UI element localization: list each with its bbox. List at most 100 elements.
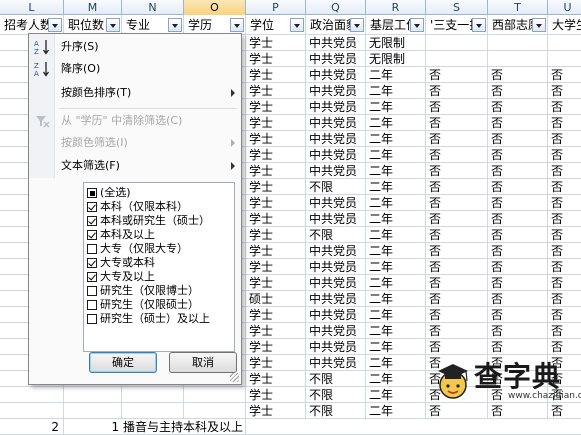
- table-cell[interactable]: 否: [488, 147, 548, 163]
- resize-grip[interactable]: [230, 373, 239, 382]
- table-cell[interactable]: 否: [488, 291, 548, 307]
- table-cell[interactable]: 否: [548, 83, 581, 99]
- table-cell[interactable]: [488, 51, 548, 67]
- table-cell[interactable]: 否: [426, 323, 488, 339]
- table-cell[interactable]: 中共党员: [306, 339, 366, 355]
- table-cell[interactable]: 否: [548, 147, 581, 163]
- table-cell[interactable]: 否: [426, 227, 488, 243]
- table-cell[interactable]: [184, 387, 246, 403]
- table-cell[interactable]: 学士: [246, 51, 306, 67]
- table-cell[interactable]: 二年: [366, 403, 426, 419]
- table-cell[interactable]: 学士: [246, 195, 306, 211]
- table-cell[interactable]: 不限: [306, 403, 366, 419]
- table-cell[interactable]: 学士: [246, 259, 306, 275]
- table-cell[interactable]: [122, 403, 184, 419]
- table-cell[interactable]: 二年: [366, 227, 426, 243]
- table-cell[interactable]: 中共党员: [306, 323, 366, 339]
- filter-option[interactable]: 大专（仅限大专）: [84, 242, 234, 256]
- table-cell[interactable]: 否: [548, 275, 581, 291]
- filter-dropdown-icon[interactable]: [410, 18, 424, 32]
- table-cell[interactable]: 中共党员: [306, 147, 366, 163]
- table-cell[interactable]: [122, 387, 184, 403]
- filter-by-color-item[interactable]: 按颜色筛选(I): [29, 132, 241, 154]
- column-letter[interactable]: P: [246, 0, 306, 15]
- table-cell[interactable]: 否: [488, 83, 548, 99]
- table-cell[interactable]: 否: [548, 211, 581, 227]
- table-cell[interactable]: 否: [488, 211, 548, 227]
- table-cell[interactable]: 否: [548, 323, 581, 339]
- table-cell[interactable]: 否: [548, 131, 581, 147]
- table-cell[interactable]: 学士: [246, 147, 306, 163]
- table-cell[interactable]: 否: [426, 83, 488, 99]
- table-cell[interactable]: 无限制: [366, 35, 426, 51]
- table-cell[interactable]: 不限: [306, 387, 366, 403]
- table-cell[interactable]: [64, 403, 122, 419]
- column-letter[interactable]: N: [122, 0, 184, 15]
- table-cell[interactable]: 学士: [246, 211, 306, 227]
- table-cell[interactable]: 否: [488, 115, 548, 131]
- filter-option[interactable]: 研究生（硕士）及以上: [84, 312, 234, 326]
- table-cell[interactable]: 否: [548, 243, 581, 259]
- table-cell[interactable]: 学士: [246, 307, 306, 323]
- filter-dropdown-icon[interactable]: [230, 18, 244, 32]
- column-letter[interactable]: L: [0, 0, 64, 15]
- table-cell[interactable]: 否: [426, 259, 488, 275]
- filter-option[interactable]: 本科及以上: [84, 228, 234, 242]
- table-cell[interactable]: 中共党员: [306, 307, 366, 323]
- table-cell[interactable]: 学士: [246, 371, 306, 387]
- table-cell[interactable]: 二年: [366, 131, 426, 147]
- table-cell[interactable]: 硕士: [246, 291, 306, 307]
- table-cell[interactable]: 二年: [366, 387, 426, 403]
- filter-dropdown-icon[interactable]: [532, 18, 546, 32]
- table-cell[interactable]: 否: [426, 163, 488, 179]
- table-cell[interactable]: 否: [426, 211, 488, 227]
- text-filter-item[interactable]: 文本筛选(F): [29, 155, 241, 177]
- table-cell[interactable]: 中共党员: [306, 243, 366, 259]
- table-cell[interactable]: 二年: [366, 323, 426, 339]
- filter-option[interactable]: 研究生（仅限博士）: [84, 284, 234, 298]
- table-cell[interactable]: 否: [488, 259, 548, 275]
- filter-dropdown-icon[interactable]: [472, 18, 486, 32]
- table-cell[interactable]: 学士: [246, 339, 306, 355]
- checkbox[interactable]: [87, 244, 97, 254]
- table-cell[interactable]: 否: [426, 131, 488, 147]
- table-cell[interactable]: 二年: [366, 211, 426, 227]
- sort-descending-item[interactable]: Z A 降序(O): [29, 58, 241, 80]
- column-letter[interactable]: U: [548, 0, 581, 15]
- table-cell[interactable]: 否: [488, 243, 548, 259]
- table-cell[interactable]: 否: [488, 307, 548, 323]
- table-cell[interactable]: 否: [426, 307, 488, 323]
- table-cell[interactable]: [548, 35, 581, 51]
- table-cell[interactable]: 否: [488, 131, 548, 147]
- filter-option[interactable]: (全选): [84, 186, 234, 200]
- checkbox[interactable]: [87, 188, 97, 198]
- table-cell[interactable]: 否: [426, 99, 488, 115]
- table-cell[interactable]: 学士: [246, 131, 306, 147]
- table-cell[interactable]: 学士: [246, 323, 306, 339]
- table-cell[interactable]: 二年: [366, 371, 426, 387]
- table-cell[interactable]: 否: [548, 179, 581, 195]
- table-cell[interactable]: 否: [426, 339, 488, 355]
- table-cell[interactable]: 二年: [366, 243, 426, 259]
- table-cell[interactable]: 二年: [366, 291, 426, 307]
- table-cell[interactable]: 中共党员: [306, 131, 366, 147]
- checkbox[interactable]: [87, 202, 97, 212]
- table-cell[interactable]: 否: [548, 291, 581, 307]
- table-cell[interactable]: 二年: [366, 259, 426, 275]
- table-cell[interactable]: 二年: [366, 163, 426, 179]
- checkbox[interactable]: [87, 258, 97, 268]
- filter-dropdown-icon[interactable]: [106, 18, 120, 32]
- table-cell[interactable]: 学士: [246, 243, 306, 259]
- table-cell[interactable]: 中共党员: [306, 211, 366, 227]
- table-cell[interactable]: 中共党员: [306, 275, 366, 291]
- table-cell[interactable]: 学士: [246, 99, 306, 115]
- table-cell[interactable]: 学士: [246, 163, 306, 179]
- table-cell[interactable]: 学士: [246, 67, 306, 83]
- table-cell[interactable]: [0, 403, 64, 419]
- table-cell[interactable]: 不限: [306, 227, 366, 243]
- table-cell[interactable]: [488, 35, 548, 51]
- sort-ascending-item[interactable]: A Z 升序(S): [29, 36, 241, 58]
- checkbox[interactable]: [87, 286, 97, 296]
- table-cell[interactable]: 否: [426, 115, 488, 131]
- table-cell[interactable]: 否: [548, 259, 581, 275]
